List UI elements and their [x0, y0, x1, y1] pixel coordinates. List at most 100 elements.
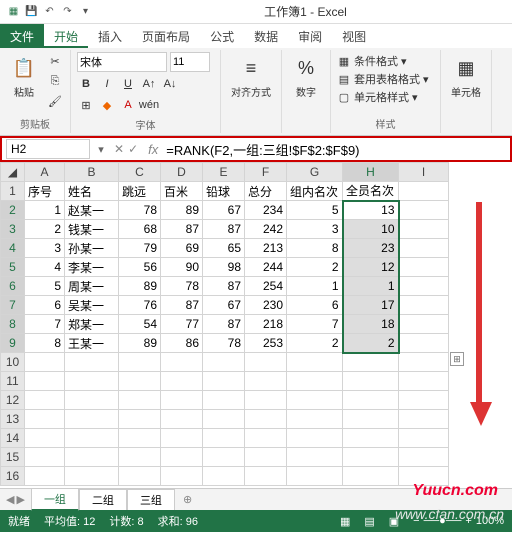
- view-page-icon[interactable]: ▤: [364, 515, 374, 528]
- cell[interactable]: [287, 448, 343, 467]
- cell[interactable]: 3: [287, 220, 343, 239]
- cell[interactable]: [343, 372, 399, 391]
- cell[interactable]: 78: [119, 201, 161, 220]
- cell[interactable]: [399, 353, 449, 372]
- cell[interactable]: 1: [343, 277, 399, 296]
- cell[interactable]: [161, 372, 203, 391]
- cell[interactable]: [25, 429, 65, 448]
- cell[interactable]: 253: [245, 334, 287, 353]
- cell[interactable]: [25, 353, 65, 372]
- row-header[interactable]: 4: [1, 239, 25, 258]
- col-header[interactable]: A: [25, 163, 65, 182]
- cell[interactable]: [119, 391, 161, 410]
- cell[interactable]: [245, 391, 287, 410]
- cell[interactable]: 周某一: [65, 277, 119, 296]
- cell[interactable]: 244: [245, 258, 287, 277]
- cell[interactable]: [245, 448, 287, 467]
- cell[interactable]: [203, 391, 245, 410]
- decrease-font-icon[interactable]: A↓: [161, 75, 179, 93]
- cell[interactable]: 吴某一: [65, 296, 119, 315]
- cells-button[interactable]: ▦ 单元格: [447, 52, 485, 101]
- cell[interactable]: [399, 372, 449, 391]
- view-normal-icon[interactable]: ▦: [340, 515, 350, 528]
- cell[interactable]: [399, 277, 449, 296]
- cell[interactable]: [65, 467, 119, 486]
- cell[interactable]: [119, 467, 161, 486]
- cell[interactable]: 5: [287, 201, 343, 220]
- cell[interactable]: [65, 353, 119, 372]
- cell[interactable]: [287, 467, 343, 486]
- save-icon[interactable]: 💾: [24, 4, 39, 19]
- autofill-options-icon[interactable]: ⊞: [450, 352, 464, 366]
- cell[interactable]: 77: [161, 315, 203, 334]
- cell[interactable]: 1: [287, 277, 343, 296]
- cell[interactable]: 79: [119, 239, 161, 258]
- cell[interactable]: 56: [119, 258, 161, 277]
- cell[interactable]: [203, 467, 245, 486]
- cell[interactable]: 78: [203, 334, 245, 353]
- cell[interactable]: 12: [343, 258, 399, 277]
- cell[interactable]: [399, 201, 449, 220]
- cell[interactable]: 230: [245, 296, 287, 315]
- cell[interactable]: [287, 410, 343, 429]
- cell[interactable]: [399, 315, 449, 334]
- cell[interactable]: [399, 182, 449, 201]
- cell[interactable]: [343, 467, 399, 486]
- cell[interactable]: 87: [203, 220, 245, 239]
- cell[interactable]: [399, 220, 449, 239]
- cell[interactable]: 赵某一: [65, 201, 119, 220]
- cell[interactable]: 98: [203, 258, 245, 277]
- cell[interactable]: [287, 391, 343, 410]
- cell[interactable]: [343, 410, 399, 429]
- tab-home[interactable]: 开始: [44, 24, 88, 48]
- cell[interactable]: 67: [203, 296, 245, 315]
- cell[interactable]: [25, 448, 65, 467]
- cell[interactable]: [343, 391, 399, 410]
- cell[interactable]: [65, 391, 119, 410]
- font-color-icon[interactable]: A: [119, 96, 137, 114]
- cell[interactable]: [161, 429, 203, 448]
- tab-formulas[interactable]: 公式: [200, 24, 244, 48]
- cell[interactable]: [287, 429, 343, 448]
- row-header[interactable]: 3: [1, 220, 25, 239]
- cell[interactable]: 3: [25, 239, 65, 258]
- cell[interactable]: 百米: [161, 182, 203, 201]
- cell[interactable]: [203, 448, 245, 467]
- cell[interactable]: 65: [203, 239, 245, 258]
- bold-button[interactable]: B: [77, 75, 95, 93]
- cell[interactable]: [161, 353, 203, 372]
- cell[interactable]: 242: [245, 220, 287, 239]
- font-name-select[interactable]: [77, 52, 167, 72]
- row-header[interactable]: 2: [1, 201, 25, 220]
- tab-page-layout[interactable]: 页面布局: [132, 24, 200, 48]
- cell[interactable]: 2: [25, 220, 65, 239]
- nav-prev-icon[interactable]: ◀: [6, 493, 14, 506]
- phonetic-icon[interactable]: wén: [140, 96, 158, 114]
- cell[interactable]: 全员名次: [343, 182, 399, 201]
- font-size-select[interactable]: [170, 52, 210, 72]
- tab-data[interactable]: 数据: [244, 24, 288, 48]
- cell[interactable]: 254: [245, 277, 287, 296]
- cell[interactable]: [343, 353, 399, 372]
- cell[interactable]: [245, 372, 287, 391]
- cell[interactable]: [287, 353, 343, 372]
- cell[interactable]: [399, 258, 449, 277]
- nav-next-icon[interactable]: ▶: [16, 493, 24, 506]
- zoom-slider[interactable]: ──●──: [424, 515, 462, 527]
- cell[interactable]: 序号: [25, 182, 65, 201]
- cell[interactable]: 4: [25, 258, 65, 277]
- cell[interactable]: 李某一: [65, 258, 119, 277]
- cut-icon[interactable]: ✂: [46, 52, 64, 70]
- cell[interactable]: 8: [287, 239, 343, 258]
- row-header[interactable]: 1: [1, 182, 25, 201]
- border-icon[interactable]: ⊞: [77, 96, 95, 114]
- cell[interactable]: [203, 410, 245, 429]
- worksheet-grid[interactable]: ◢ A B C D E F G H I 1 序号 姓名 跳远 百米 铅球 总分 …: [0, 162, 512, 488]
- cell[interactable]: 王某一: [65, 334, 119, 353]
- cell[interactable]: [119, 372, 161, 391]
- cell[interactable]: [287, 372, 343, 391]
- cell[interactable]: [245, 429, 287, 448]
- zoom-control[interactable]: − ──●── + 100%: [413, 515, 504, 527]
- cell[interactable]: [65, 372, 119, 391]
- cell[interactable]: 78: [161, 277, 203, 296]
